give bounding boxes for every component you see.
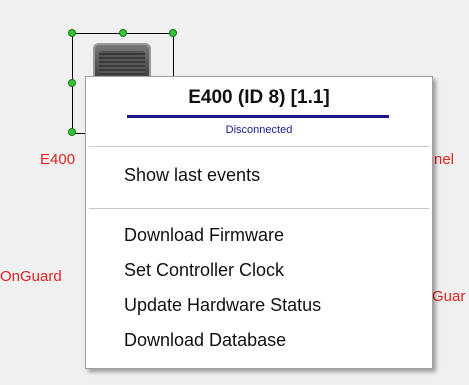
selection-handle-top-middle[interactable]: [119, 29, 127, 37]
selection-handle-middle-left[interactable]: [68, 79, 76, 87]
selection-handle-bottom-left[interactable]: [68, 128, 76, 136]
menu-separator: [89, 146, 429, 147]
menu-item-download-database[interactable]: Download Database: [124, 330, 286, 351]
topology-canvas: E400 nel OnGuard Guar E400 (ID 8) [1.1] …: [0, 0, 469, 385]
menu-separator: [89, 208, 429, 209]
device-label-e400: E400: [40, 151, 76, 168]
device-label-onguard-right: Guar: [432, 288, 466, 305]
device-label-onguard-left: OnGuard: [0, 268, 62, 285]
context-menu: E400 (ID 8) [1.1] Disconnected Show last…: [85, 76, 433, 369]
menu-item-show-last-events[interactable]: Show last events: [124, 165, 260, 186]
menu-title: E400 (ID 8) [1.1]: [188, 87, 330, 108]
device-label-panel: nel: [434, 151, 455, 168]
connection-status: Disconnected: [225, 124, 293, 136]
menu-item-download-firmware[interactable]: Download Firmware: [124, 225, 284, 246]
menu-item-update-hardware-status[interactable]: Update Hardware Status: [124, 295, 321, 316]
title-underline: [127, 115, 389, 118]
selection-handle-top-left[interactable]: [68, 29, 76, 37]
menu-item-set-controller-clock[interactable]: Set Controller Clock: [124, 260, 284, 281]
selection-handle-top-right[interactable]: [169, 29, 177, 37]
